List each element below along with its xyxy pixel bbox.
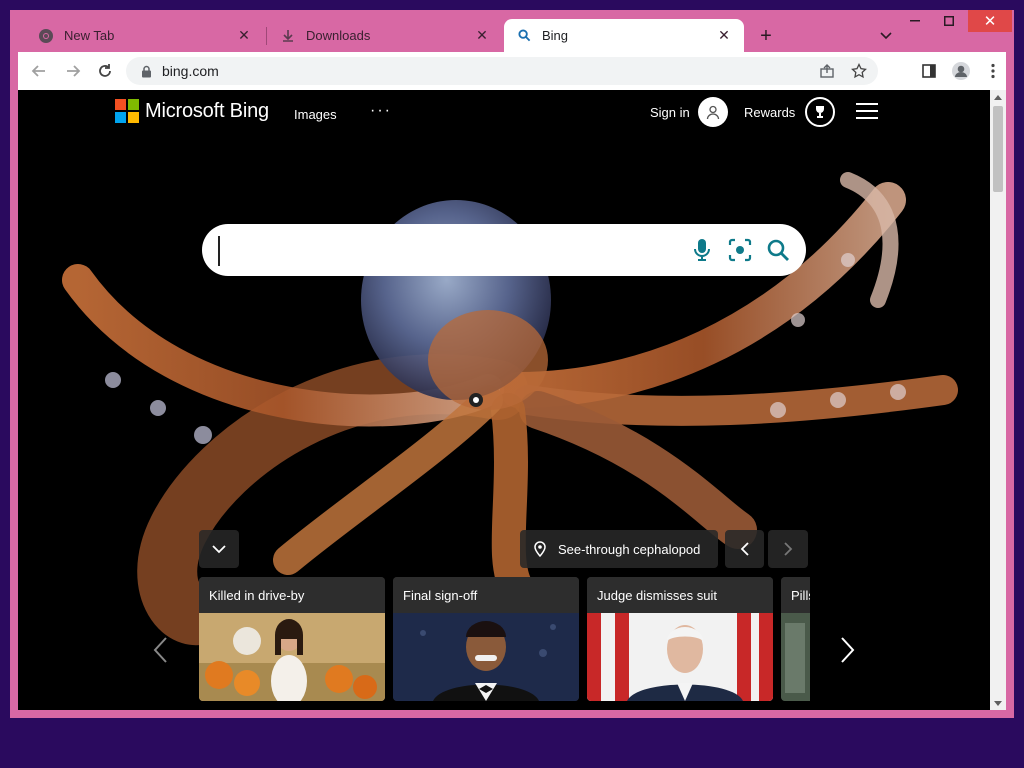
tab-strip: New Tab ✕ Downloads ✕ Bing ✕ + ✕: [10, 10, 1014, 52]
microsoft-logo-icon: [115, 99, 139, 123]
news-card-title: Judge dismisses suit: [587, 577, 773, 613]
bing-logo[interactable]: Microsoft Bing: [115, 99, 269, 123]
trophy-icon: [805, 97, 836, 127]
search-input[interactable]: [218, 236, 676, 266]
search-icon: [516, 28, 532, 44]
news-card[interactable]: Judge dismisses suit: [587, 577, 773, 701]
tab-new-tab[interactable]: New Tab ✕: [26, 19, 264, 52]
back-arrow-icon[interactable]: [26, 58, 52, 84]
forward-arrow-icon[interactable]: [60, 58, 86, 84]
previous-image-chevron-icon[interactable]: [725, 530, 764, 568]
image-caption-text: See-through cephalopod: [558, 541, 701, 557]
location-pin-icon: [532, 541, 548, 557]
news-card[interactable]: Final sign-off: [393, 577, 579, 701]
scrollbar-thumb[interactable]: [993, 106, 1003, 192]
new-tab-button[interactable]: +: [754, 24, 778, 48]
news-card-image: [393, 613, 579, 701]
close-tab-icon[interactable]: ✕: [236, 27, 252, 44]
browser-window: New Tab ✕ Downloads ✕ Bing ✕ + ✕ bing.co…: [10, 10, 1014, 718]
news-card-title: Killed in drive-by: [199, 577, 385, 613]
chrome-icon: [38, 28, 54, 44]
share-icon[interactable]: [814, 58, 840, 84]
tab-label: Downloads: [306, 28, 371, 43]
hamburger-menu-icon[interactable]: [856, 103, 878, 121]
sign-in-label: Sign in: [650, 104, 690, 120]
nav-more-icon[interactable]: ···: [370, 102, 392, 120]
collapse-chevron-icon[interactable]: [199, 530, 239, 568]
news-card-image: [199, 613, 385, 701]
bookmark-star-icon[interactable]: [846, 58, 872, 84]
news-card-title: Pills: [781, 577, 810, 613]
menu-dots-icon[interactable]: [980, 58, 1006, 84]
logo-text: Microsoft Bing: [145, 99, 269, 122]
news-card[interactable]: Killed in drive-by: [199, 577, 385, 701]
tab-label: Bing: [542, 28, 569, 43]
tab-separator: [266, 27, 267, 45]
minimize-button[interactable]: [900, 10, 930, 32]
tab-downloads[interactable]: Downloads ✕: [268, 19, 502, 52]
side-panel-icon[interactable]: [916, 58, 942, 84]
image-caption-button[interactable]: See-through cephalopod: [520, 530, 718, 568]
lock-icon[interactable]: [138, 63, 154, 79]
scroll-up-icon[interactable]: [990, 90, 1006, 104]
news-card-image: [781, 613, 810, 701]
search-box: [202, 224, 806, 276]
visual-search-icon[interactable]: [726, 236, 754, 264]
browser-toolbar: bing.com: [18, 52, 1006, 90]
sign-in-button[interactable]: Sign in: [650, 97, 728, 127]
tab-label: New Tab: [64, 28, 115, 43]
close-window-button[interactable]: ✕: [968, 10, 1012, 32]
reload-icon[interactable]: [92, 58, 118, 84]
close-tab-icon[interactable]: ✕: [474, 27, 490, 44]
vertical-scrollbar[interactable]: [990, 90, 1006, 710]
user-avatar-icon: [697, 97, 728, 127]
tab-bing[interactable]: Bing ✕: [504, 19, 744, 52]
maximize-button[interactable]: [934, 10, 964, 32]
address-bar[interactable]: bing.com: [126, 57, 878, 85]
rewards-button[interactable]: Rewards: [744, 97, 836, 127]
tab-search-chevron-icon[interactable]: [874, 24, 898, 48]
url-text: bing.com: [162, 63, 219, 79]
news-next-chevron-icon[interactable]: [836, 630, 860, 670]
news-card-image: [587, 613, 773, 701]
page-viewport: Microsoft Bing Images ··· Sign in Reward…: [18, 90, 990, 710]
download-icon: [280, 28, 296, 44]
news-card-title: Final sign-off: [393, 577, 579, 613]
rewards-label: Rewards: [744, 104, 796, 120]
profile-avatar-icon[interactable]: [948, 58, 974, 84]
scroll-down-icon[interactable]: [990, 696, 1006, 710]
news-previous-chevron-icon[interactable]: [148, 630, 172, 670]
close-tab-icon[interactable]: ✕: [716, 27, 732, 44]
news-carousel: Killed in drive-by Final sign-off Judge …: [199, 577, 810, 701]
search-icon[interactable]: [764, 236, 792, 264]
news-card[interactable]: Pills: [781, 577, 810, 701]
nav-images-link[interactable]: Images: [294, 107, 337, 122]
next-image-chevron-icon[interactable]: [768, 530, 808, 568]
microphone-icon[interactable]: [688, 236, 716, 264]
